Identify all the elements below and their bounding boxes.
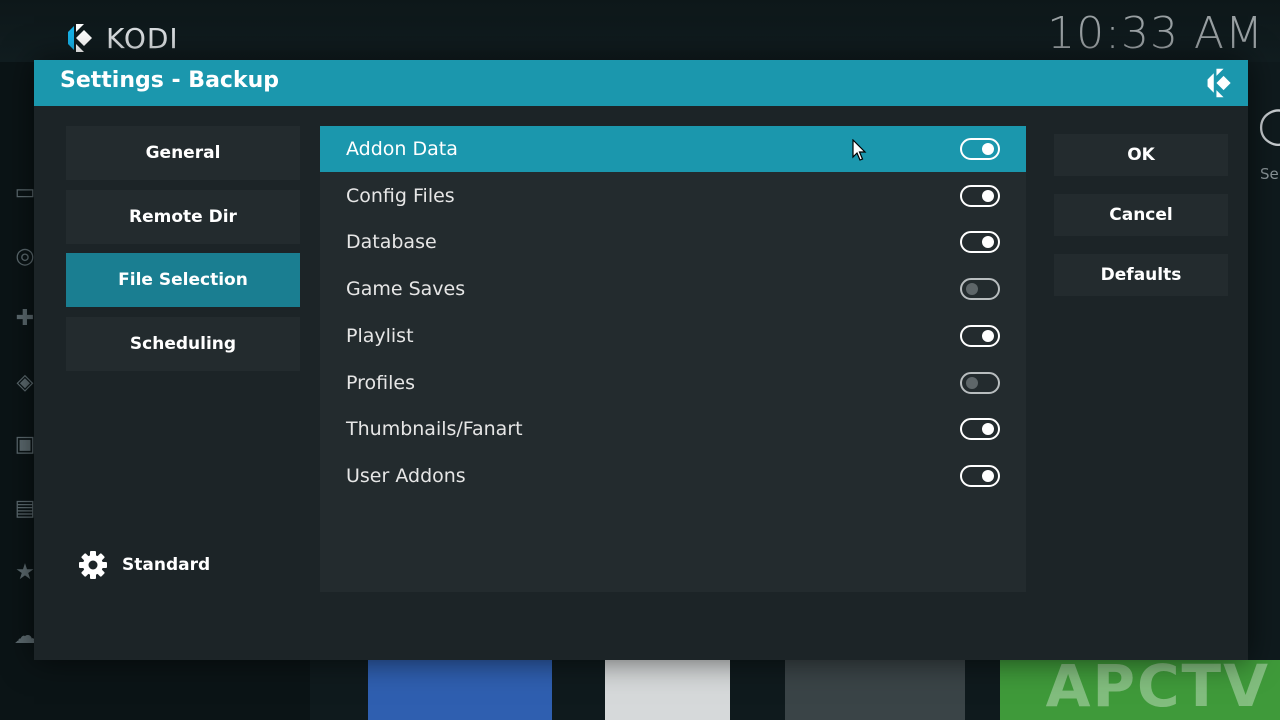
toggle-knob xyxy=(966,283,978,296)
toggle-knob xyxy=(982,236,994,249)
toggle-switch[interactable] xyxy=(960,371,1000,394)
toggle-switch[interactable] xyxy=(960,138,1000,160)
toggle-knob xyxy=(982,189,994,202)
tile-settings xyxy=(785,660,965,720)
setting-label: Profiles xyxy=(346,371,415,394)
setting-row-thumbnails-fanart[interactable]: Thumbnails/Fanart xyxy=(320,406,1026,452)
toggle-switch[interactable] xyxy=(960,278,1000,301)
settings-list: Addon Data Config Files Database Game Sa… xyxy=(320,126,1026,592)
cancel-button[interactable]: Cancel xyxy=(1054,194,1228,236)
settings-level-button[interactable]: Standard xyxy=(78,550,210,580)
toggle-knob xyxy=(982,329,994,342)
setting-label: Database xyxy=(346,231,437,254)
setting-label: Thumbnails/Fanart xyxy=(346,418,523,441)
mouse-pointer-icon xyxy=(852,139,867,161)
settings-dialog: Settings - Backup General Remote Dir Fil… xyxy=(34,60,1248,660)
setting-label: Game Saves xyxy=(346,278,466,301)
setting-label: Config Files xyxy=(346,184,455,207)
watermark: APCTV xyxy=(1045,652,1270,720)
category-scheduling[interactable]: Scheduling xyxy=(66,317,300,371)
category-file-selection[interactable]: File Selection xyxy=(66,253,300,307)
kodi-logo-icon xyxy=(68,24,92,52)
setting-label: Playlist xyxy=(346,324,414,347)
kodi-brand: KODI xyxy=(62,20,179,56)
setting-row-database[interactable]: Database xyxy=(320,219,1026,265)
defaults-button[interactable]: Defaults xyxy=(1054,254,1228,296)
setting-row-addon-data[interactable]: Addon Data xyxy=(320,126,1026,172)
peek-text: Se xyxy=(1260,165,1279,183)
toggle-knob xyxy=(966,376,978,389)
toggle-knob xyxy=(982,143,994,155)
toggle-knob xyxy=(982,469,994,482)
category-remote-dir[interactable]: Remote Dir xyxy=(66,190,300,244)
peek-icon: ◯ xyxy=(1258,105,1280,146)
setting-row-game-saves[interactable]: Game Saves xyxy=(320,266,1026,312)
toggle-knob xyxy=(982,423,994,436)
setting-row-profiles[interactable]: Profiles xyxy=(320,360,1026,406)
toggle-switch[interactable] xyxy=(960,324,1000,347)
dialog-header: Settings - Backup xyxy=(34,60,1248,106)
tile-bin xyxy=(605,660,730,720)
setting-row-playlist[interactable]: Playlist xyxy=(320,313,1026,359)
toggle-switch[interactable] xyxy=(960,464,1000,487)
toggle-switch[interactable] xyxy=(960,231,1000,254)
kodi-logo-icon xyxy=(1207,68,1231,98)
settings-level-label: Standard xyxy=(122,555,211,575)
setting-row-config-files[interactable]: Config Files xyxy=(320,173,1026,219)
dialog-title: Settings - Backup xyxy=(60,68,279,93)
gear-icon xyxy=(79,551,107,579)
toggle-switch[interactable] xyxy=(960,184,1000,207)
tile-cloud xyxy=(368,660,552,720)
setting-label: User Addons xyxy=(346,464,466,487)
kodi-brand-name: KODI xyxy=(106,21,179,55)
clock: 10:33 AM xyxy=(1047,8,1264,59)
category-general[interactable]: General xyxy=(66,126,300,180)
setting-label: Addon Data xyxy=(346,138,458,160)
ok-button[interactable]: OK xyxy=(1054,134,1228,176)
toggle-switch[interactable] xyxy=(960,418,1000,441)
setting-row-user-addons[interactable]: User Addons xyxy=(320,453,1026,499)
